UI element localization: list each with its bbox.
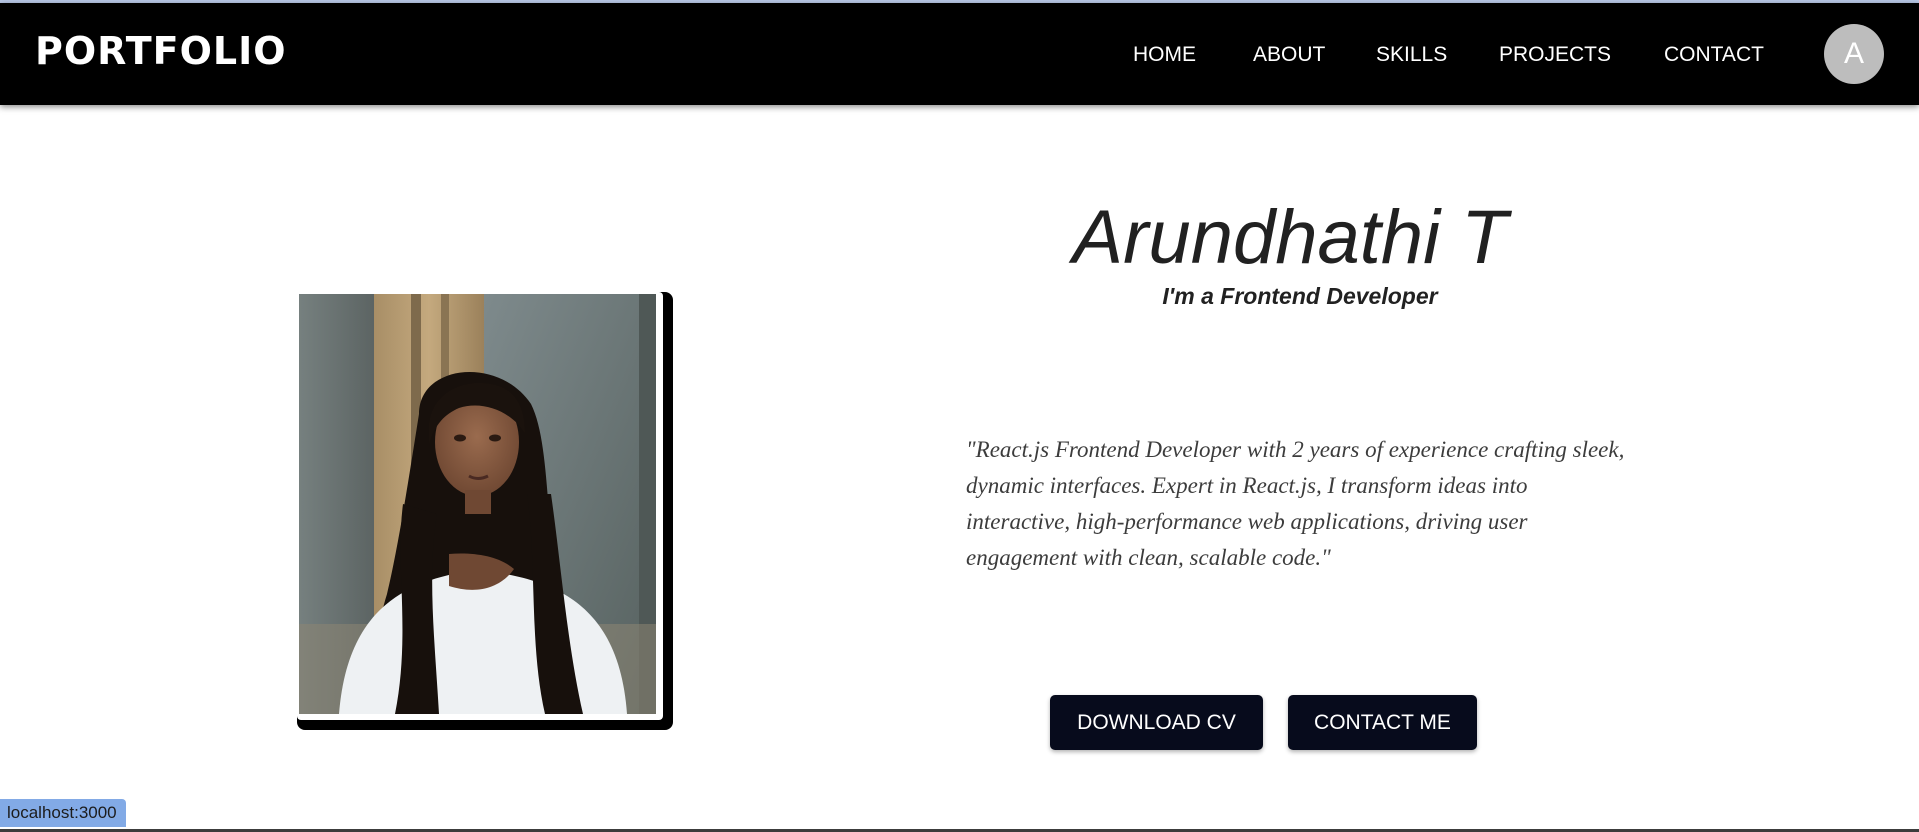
hero-name: Arundhathi T bbox=[1072, 195, 1508, 280]
avatar[interactable]: A bbox=[1824, 24, 1884, 84]
brand-logo[interactable]: PORTFOLIO bbox=[35, 29, 287, 75]
nav-contact[interactable]: CONTACT bbox=[1664, 42, 1764, 67]
status-bar-url: localhost:3000 bbox=[0, 799, 126, 827]
nav-projects[interactable]: PROJECTS bbox=[1499, 42, 1611, 67]
contact-me-button[interactable]: CONTACT ME bbox=[1288, 695, 1477, 750]
nav-skills[interactable]: SKILLS bbox=[1376, 42, 1447, 67]
nav-home[interactable]: HOME bbox=[1133, 42, 1196, 67]
hero-quote: "React.js Frontend Developer with 2 year… bbox=[966, 437, 1625, 570]
download-cv-button[interactable]: DOWNLOAD CV bbox=[1050, 695, 1263, 750]
navbar: PORTFOLIO HOME ABOUT SKILLS PROJECTS CON… bbox=[0, 3, 1919, 105]
hero-role: I'm a Frontend Developer bbox=[1162, 283, 1438, 309]
profile-photo bbox=[299, 294, 656, 714]
profile-photo-illustration bbox=[299, 294, 656, 714]
nav-about[interactable]: ABOUT bbox=[1253, 42, 1325, 67]
